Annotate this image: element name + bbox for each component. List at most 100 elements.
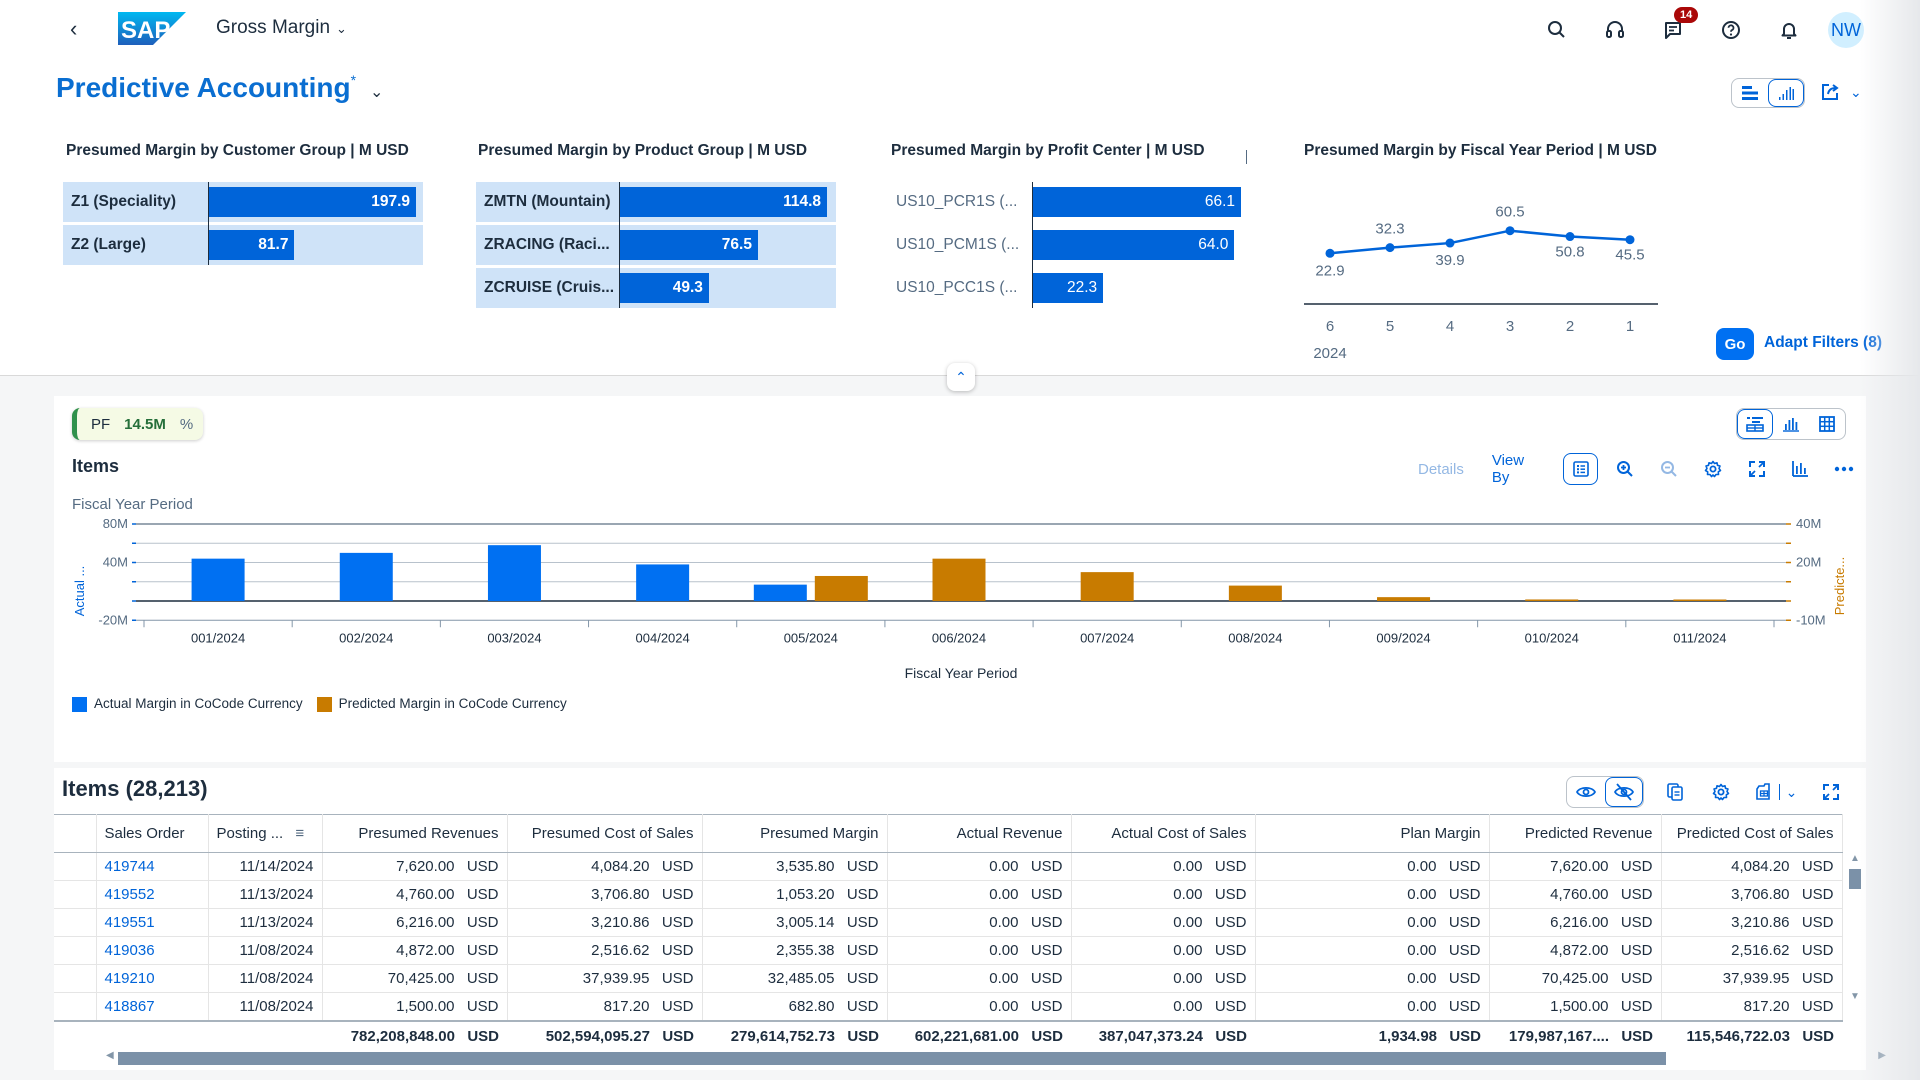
table-row[interactable]: 418867 11/08/2024 1,500.00 USD 817.20 USD 682.…	[54, 992, 1843, 1021]
table-settings-button[interactable]	[1698, 776, 1744, 808]
scroll-thumb[interactable]	[118, 1052, 1666, 1065]
table-row[interactable]: 419551 11/13/2024 6,216.00 USD 3,210.86 USD 3,…	[54, 908, 1843, 937]
bar-row-zracing[interactable]: ZRACING (Raci... 76.5	[476, 225, 836, 265]
bar-predicted[interactable]	[1080, 572, 1134, 601]
line-point[interactable]	[1505, 226, 1515, 236]
bar-actual[interactable]	[191, 558, 245, 601]
column-header-predicted-revenue[interactable]: Predicted Revenue	[1489, 814, 1662, 853]
bar-row-z2[interactable]: Z2 (Large) 81.7	[63, 225, 423, 265]
bar-row-zcruise[interactable]: ZCRUISE (Cruis... 49.3	[476, 268, 836, 308]
bar-predicted[interactable]	[932, 558, 986, 601]
column-header-sales-order[interactable]: Sales Order	[96, 814, 209, 853]
line-point[interactable]	[1325, 248, 1335, 258]
app-title-menu[interactable]: Gross Margin ⌄	[216, 17, 347, 39]
notifications-button[interactable]	[1760, 13, 1818, 47]
visual-filter-button[interactable]	[1768, 79, 1804, 107]
row-selector[interactable]	[54, 992, 97, 1021]
fullscreen-button[interactable]	[1735, 453, 1779, 485]
row-selector[interactable]	[54, 936, 97, 965]
sales-order-link[interactable]: 419744	[96, 852, 209, 881]
support-button[interactable]	[1586, 13, 1644, 47]
zoom-in-button[interactable]	[1603, 453, 1647, 485]
column-header-presumed-margin[interactable]: Presumed Margin	[702, 814, 888, 853]
bar-actual[interactable]	[487, 545, 541, 601]
hide-details-button[interactable]	[1605, 777, 1643, 807]
chart-view-button[interactable]	[1773, 409, 1809, 439]
bar-predicted[interactable]	[814, 575, 868, 601]
table-row[interactable]: 419744 11/14/2024 7,620.00 USD 4,084.20 USD 3,…	[54, 852, 1843, 881]
scroll-right-icon[interactable]: ▶	[1878, 1050, 1886, 1061]
bar-predicted[interactable]	[1673, 599, 1727, 602]
column-header-actual-cost-of-sales[interactable]: Actual Cost of Sales	[1071, 814, 1256, 853]
help-button[interactable]	[1702, 13, 1760, 47]
line-point[interactable]	[1385, 243, 1395, 253]
line-point[interactable]	[1565, 232, 1575, 242]
bar-row-pcc1s[interactable]: US10_PCC1S (... 22.3	[888, 268, 1248, 308]
sales-order-link[interactable]: 419552	[96, 880, 209, 909]
bar-row-z1[interactable]: Z1 (Speciality) 197.9	[63, 182, 423, 222]
pf-chip[interactable]: PF 14.5M %	[72, 408, 204, 440]
search-button[interactable]	[1528, 13, 1586, 47]
row-selector[interactable]	[54, 908, 97, 937]
export-menu-button[interactable]: ⌄	[1744, 776, 1808, 808]
row-selector[interactable]	[54, 964, 97, 993]
bar-row-pcr1s[interactable]: US10_PCR1S (... 66.1	[888, 182, 1248, 222]
column-header-actual-revenue[interactable]: Actual Revenue	[887, 814, 1072, 853]
messages-button[interactable]: 14	[1644, 7, 1702, 47]
column-header-plan-margin[interactable]: Plan Margin	[1255, 814, 1490, 853]
scroll-left-icon[interactable]: ◀	[106, 1050, 114, 1061]
column-header-presumed-cost-of-sales[interactable]: Presumed Cost of Sales	[507, 814, 703, 853]
scroll-thumb[interactable]	[1849, 869, 1861, 889]
fiscal-period-line-chart[interactable]: 22.9 6 32.3 5 39.9 4 60.5 3 50.8 2 45.5 1 2024	[1300, 178, 1670, 378]
bar-row-pcm1s[interactable]: US10_PCM1S (... 64.0	[888, 225, 1248, 265]
bar-actual[interactable]	[753, 584, 807, 601]
table-fullscreen-button[interactable]	[1808, 776, 1854, 808]
compact-filter-button[interactable]	[1732, 79, 1768, 107]
sales-order-link[interactable]: 419551	[96, 908, 209, 937]
line-point[interactable]	[1625, 235, 1635, 245]
chart-settings-button[interactable]	[1691, 453, 1735, 485]
go-button[interactable]: Go	[1716, 328, 1754, 360]
row-selector[interactable]	[54, 880, 97, 909]
share-menu-button[interactable]: ⌄	[1820, 82, 1862, 102]
copy-button[interactable]	[1652, 776, 1698, 808]
avatar[interactable]: NW	[1828, 12, 1864, 48]
bar-actual[interactable]	[636, 564, 690, 601]
bar-predicted[interactable]	[1377, 597, 1431, 601]
scroll-up-icon[interactable]: ▲	[1850, 853, 1860, 864]
scroll-down-icon[interactable]: ▼	[1850, 991, 1860, 1002]
horizontal-scrollbar[interactable]: ◀ ▶	[102, 1050, 1894, 1066]
items-column-chart[interactable]: 80M 40M -20M 40M 20M -10M Actual ... Predicte..…	[54, 516, 1866, 686]
bar-actual[interactable]	[339, 552, 393, 601]
table-row[interactable]: 419210 11/08/2024 70,425.00 USD 37,939.95 USD…	[54, 964, 1843, 993]
sales-order-link[interactable]: 418867	[96, 992, 209, 1021]
zoom-out-button[interactable]	[1647, 453, 1691, 485]
view-by-button[interactable]: View By	[1478, 452, 1558, 486]
bar-predicted[interactable]	[1525, 599, 1579, 601]
table-row[interactable]: 419552 11/13/2024 4,760.00 USD 3,706.80 USD 1,…	[54, 880, 1843, 909]
variant-selector[interactable]: Predictive Accounting* ⌄	[56, 72, 383, 104]
back-icon[interactable]: ‹	[70, 16, 77, 42]
bar-row-zmtn[interactable]: ZMTN (Mountain) 114.8	[476, 182, 836, 222]
more-button[interactable]	[1822, 453, 1866, 485]
collapse-header-button[interactable]: ⌃	[947, 363, 975, 391]
table-row[interactable]: 419036 11/08/2024 4,872.00 USD 2,516.62 USD 2,…	[54, 936, 1843, 965]
column-header-posting-date[interactable]: Posting ... ≡	[208, 814, 323, 853]
column-header-predicted-cost-of-sales[interactable]: Predicted Cost of Sales	[1661, 814, 1843, 853]
table-view-button[interactable]	[1809, 409, 1845, 439]
hybrid-view-button[interactable]	[1737, 409, 1773, 439]
legend-item-predicted[interactable]: Predicted Margin in CoCode Currency	[316, 696, 567, 712]
details-button[interactable]: Details	[1404, 461, 1478, 478]
legend-toggle-button[interactable]	[1563, 453, 1599, 485]
sales-order-link[interactable]: 419210	[96, 964, 209, 993]
line-point[interactable]	[1445, 238, 1455, 248]
legend-item-actual[interactable]: Actual Margin in CoCode Currency	[72, 696, 303, 712]
sales-order-link[interactable]: 419036	[96, 936, 209, 965]
adapt-filters-button[interactable]: Adapt Filters (8)	[1764, 334, 1882, 352]
column-header-presumed-revenues[interactable]: Presumed Revenues	[322, 814, 508, 853]
row-selector[interactable]	[54, 852, 97, 881]
sap-logo[interactable]: SAP	[118, 12, 186, 45]
chart-type-button[interactable]	[1778, 453, 1822, 485]
vertical-scrollbar[interactable]: ▲ ▼	[1848, 853, 1862, 1013]
bar-predicted[interactable]	[1228, 585, 1282, 601]
